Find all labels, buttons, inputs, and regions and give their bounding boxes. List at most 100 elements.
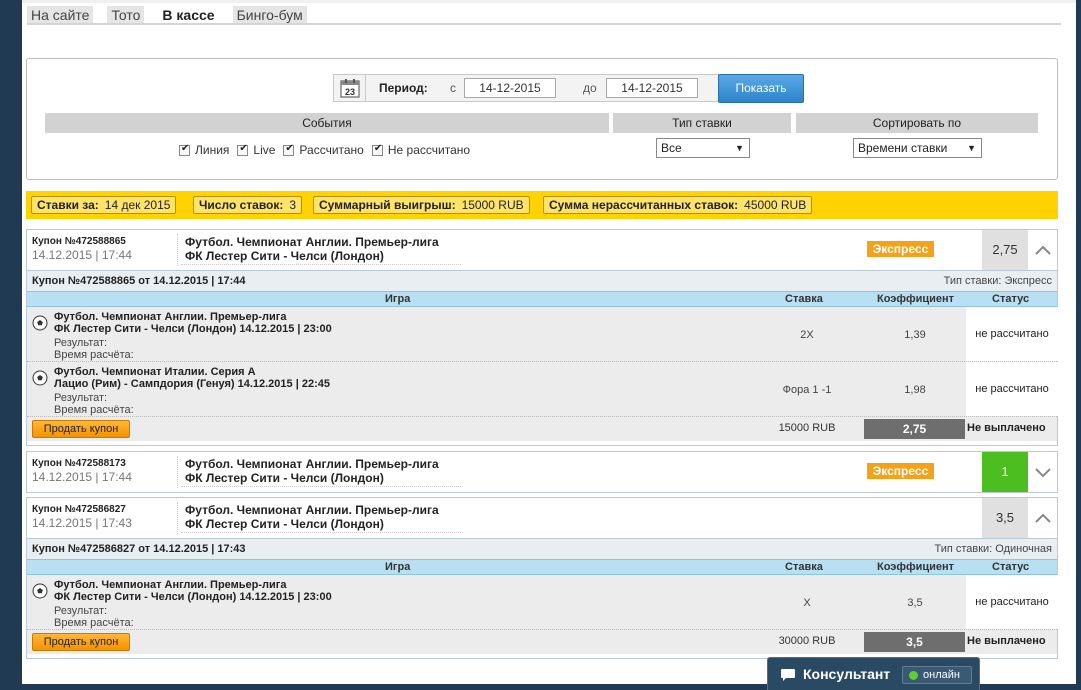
- express-badge: Экспресс: [867, 241, 934, 257]
- chevron-up-icon[interactable]: [1028, 230, 1058, 270]
- divider: [177, 456, 178, 488]
- divider: [177, 502, 178, 534]
- coupon-header[interactable]: Купон №472588865 14.12.2015 | 17:44 Футб…: [27, 230, 1057, 270]
- coupon-date: 14.12.2015 | 17:44: [32, 248, 132, 262]
- table-row: Футбол. Чемпионат Италии. Серия А Лацио …: [27, 362, 1058, 417]
- coupon-stake: 15000 RUB: [778, 422, 836, 434]
- coupon-event-league: Футбол. Чемпионат Англии. Премьер-лига: [185, 235, 439, 249]
- summary-bets-for: Ставки за: 14 дек 2015: [31, 196, 177, 214]
- express-badge: Экспресс: [867, 463, 934, 479]
- checkbox-line[interactable]: [179, 143, 190, 156]
- summary-bets-for-value: 14 дек 2015: [104, 198, 171, 212]
- summary-bar: Ставки за: 14 дек 2015 Число ставок: 3 Сум…: [26, 191, 1058, 219]
- coupon-event-match: ФК Лестер Сити - Челси (Лондон): [185, 249, 384, 263]
- coupon-number: Купон №472586827: [32, 504, 126, 515]
- calendar-icon-svg: 23: [339, 79, 360, 98]
- bets-table-header: Игра Ставка Коэффициент Статус: [27, 559, 1057, 575]
- coupon-detail-header: Купон №472586827 от 14.12.2015 | 17:43 Т…: [27, 538, 1057, 559]
- col-game: Игра: [385, 561, 411, 573]
- row-coef: 1,98: [904, 384, 926, 396]
- row-result: Результат:: [54, 337, 108, 349]
- bet-type-select[interactable]: Все ▼: [656, 138, 750, 158]
- summary-count-label: Число ставок:: [199, 198, 284, 212]
- row-status: не рассчитано: [966, 307, 1058, 361]
- checkbox-live[interactable]: [237, 143, 249, 156]
- coupon-event-match: ФК Лестер Сити - Челси (Лондон): [185, 471, 384, 485]
- coupon-event-league: Футбол. Чемпионат Англии. Премьер-лига: [185, 503, 439, 517]
- summary-unsettled: Сумма нерассчитанных ставок: 45000 RUB: [543, 196, 813, 214]
- coupon-date: 14.12.2015 | 17:43: [32, 516, 132, 530]
- row-settle-time: Время расчёта:: [54, 617, 134, 629]
- bet-type-header: Тип ставки: [613, 113, 791, 133]
- sell-coupon-button[interactable]: Продать купон: [32, 420, 130, 438]
- select-arrow-icon: ▼: [967, 143, 976, 153]
- row-status: не рассчитано: [966, 362, 1058, 416]
- soccer-ball-icon: [32, 315, 48, 331]
- coupon-footer: Продать купон 30000 RUB 3,5 Не выплачено: [27, 630, 1057, 654]
- row-match: Лацио (Рим) - Сампдория (Генуя) 14.12.20…: [54, 378, 330, 390]
- from-label: с: [450, 81, 456, 95]
- coupon-odds: 2,75: [982, 230, 1028, 270]
- row-league: Футбол. Чемпионат Англии. Премьер-лига: [54, 311, 287, 323]
- coupon-header[interactable]: Купон №472588173 14.12.2015 | 17:44 Футб…: [27, 452, 1057, 492]
- coupon-bet-type: Тип ставки: Экспресс: [943, 275, 1052, 287]
- period-label: Период:: [379, 81, 428, 95]
- coupon-total-coef: 3,5: [864, 632, 965, 652]
- col-status: Статус: [992, 561, 1030, 573]
- divider: [177, 234, 178, 266]
- coupon-detail-title: Купон №472586827 от 14.12.2015 | 17:43: [32, 543, 246, 555]
- chat-bubble-icon: [781, 669, 795, 681]
- calendar-day: 23: [344, 87, 354, 97]
- divider: [181, 532, 461, 533]
- row-coef: 3,5: [907, 597, 923, 609]
- select-arrow-icon: ▼: [735, 143, 744, 153]
- bets-table-header: Игра Ставка Коэффициент Статус: [27, 291, 1057, 307]
- row-bet: 2X: [800, 329, 814, 341]
- bet-type-select-value: Все: [661, 141, 682, 155]
- row-status: не рассчитано: [966, 575, 1058, 629]
- coupon-odds: 3,5: [982, 498, 1028, 538]
- coupon-date: 14.12.2015 | 17:44: [32, 470, 132, 484]
- row-bet: Фора 1 -1: [782, 384, 832, 396]
- coupon-total-coef: 2,75: [864, 419, 965, 439]
- coupon-payout-status: Не выплачено: [967, 635, 1046, 647]
- sort-select[interactable]: Времени ставки ▼: [853, 138, 982, 158]
- date-from-input[interactable]: [464, 78, 556, 98]
- show-button[interactable]: Показать: [718, 74, 804, 103]
- checkbox-settled[interactable]: [283, 143, 295, 156]
- chevron-up-icon[interactable]: [1028, 498, 1058, 538]
- chevron-down-icon[interactable]: [1028, 452, 1058, 492]
- col-status: Статус: [992, 293, 1030, 305]
- summary-total-win-label: Суммарный выигрыш:: [319, 198, 456, 212]
- summary-unsettled-label: Сумма нерассчитанных ставок:: [549, 198, 739, 212]
- row-league: Футбол. Чемпионат Италии. Серия А: [54, 366, 256, 378]
- online-status-label: онлайн: [923, 669, 960, 681]
- coupon-odds: 1: [982, 452, 1028, 492]
- filters-panel: 23 Период: с до Показать События Тип ста…: [26, 58, 1058, 180]
- event-checkboxes: Линия Live Рассчитано Не рассчитано: [177, 143, 476, 157]
- col-coef: Коэффициент: [877, 293, 955, 305]
- date-to-input[interactable]: [606, 78, 698, 98]
- row-match: ФК Лестер Сити - Челси (Лондон) 14.12.20…: [54, 323, 332, 335]
- consultant-widget[interactable]: Консультант онлайн: [767, 657, 980, 690]
- period-selector: 23 Период: с до: [333, 74, 723, 102]
- coupon-event-match: ФК Лестер Сити - Челси (Лондон): [185, 517, 384, 531]
- col-bet: Ставка: [785, 293, 823, 305]
- sell-coupon-button[interactable]: Продать купон: [32, 633, 130, 651]
- table-row: Футбол. Чемпионат Англии. Премьер-лига Ф…: [27, 575, 1058, 630]
- row-league: Футбол. Чемпионат Англии. Премьер-лига: [54, 579, 287, 591]
- checkbox-unsettled[interactable]: [371, 143, 383, 156]
- coupon-payout-status: Не выплачено: [967, 422, 1046, 434]
- coupon-card: Купон №472588865 14.12.2015 | 17:44 Футб…: [26, 229, 1058, 446]
- row-bet: X: [803, 597, 811, 609]
- coupon-detail-header: Купон №472588865 от 14.12.2015 | 17:44 Т…: [27, 270, 1057, 291]
- coupon-number: Купон №472588865: [32, 236, 126, 247]
- calendar-icon[interactable]: 23: [334, 75, 366, 101]
- online-dot-icon: [909, 671, 918, 680]
- coupon-bet-type: Тип ставки: Одиночная: [934, 543, 1052, 555]
- table-row: Футбол. Чемпионат Англии. Премьер-лига Ф…: [27, 307, 1058, 362]
- coupon-card: Купон №472586827 14.12.2015 | 17:43 Футб…: [26, 497, 1058, 659]
- coupon-header[interactable]: Купон №472586827 14.12.2015 | 17:43 Футб…: [27, 498, 1057, 538]
- coupon-stake: 30000 RUB: [778, 635, 836, 647]
- row-settle-time: Время расчёта:: [54, 349, 134, 361]
